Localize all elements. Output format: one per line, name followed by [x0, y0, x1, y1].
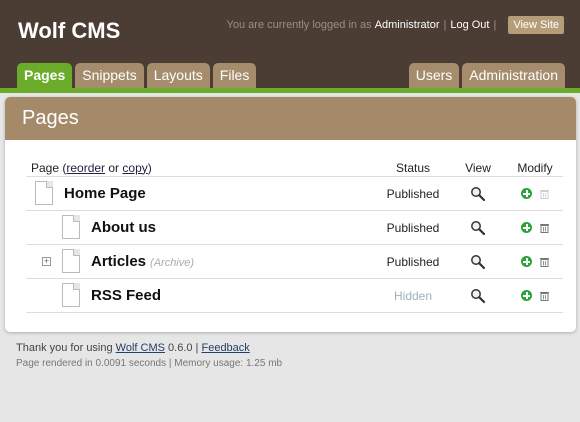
- add-child-icon[interactable]: [521, 290, 532, 301]
- render-info: Page rendered in 0.0091 seconds | Memory…: [16, 358, 283, 369]
- user-link[interactable]: Administrator: [375, 19, 440, 31]
- page-name[interactable]: Home Page: [64, 185, 146, 202]
- status-text: Published: [386, 186, 440, 201]
- main-tabs: Pages Snippets Layouts Files: [17, 63, 257, 89]
- expand-icon[interactable]: +: [42, 256, 51, 266]
- tab-administration[interactable]: Administration: [462, 63, 565, 89]
- tab-layouts[interactable]: Layouts: [146, 63, 210, 89]
- magnifier-icon[interactable]: [470, 288, 486, 304]
- add-child-icon[interactable]: [521, 222, 532, 233]
- page-icon: [62, 214, 80, 239]
- page-name[interactable]: RSS Feed: [91, 287, 161, 304]
- column-modify: Modify: [517, 160, 553, 175]
- delete-icon[interactable]: [540, 291, 549, 301]
- column-view: View: [465, 160, 491, 175]
- logout-link[interactable]: Log Out: [450, 19, 489, 31]
- panel-header: Pages: [5, 97, 576, 140]
- table-header: Page (reorder or copy) Status View Modif…: [26, 159, 563, 177]
- admin-tabs: Users Administration: [408, 63, 565, 89]
- wolfcms-link[interactable]: Wolf CMS: [116, 342, 165, 354]
- logo: Wolf CMS: [18, 18, 121, 43]
- pages-panel: Pages Page (reorder or copy) Status View…: [5, 97, 576, 332]
- status-text: Published: [386, 220, 440, 235]
- tab-underline: [0, 88, 580, 93]
- add-child-icon[interactable]: [521, 256, 532, 267]
- page-name: Articles (Archive): [91, 252, 195, 270]
- footer: Thank you for using Wolf CMS 0.6.0 | Fee…: [16, 342, 282, 369]
- tab-files[interactable]: Files: [212, 63, 257, 89]
- header: Wolf CMS You are currently logged in as …: [0, 0, 580, 89]
- page-icon: [62, 282, 80, 307]
- status-text: Published: [386, 254, 440, 269]
- feedback-link[interactable]: Feedback: [201, 342, 249, 354]
- delete-icon[interactable]: [540, 257, 549, 267]
- separator: |: [493, 19, 497, 31]
- magnifier-icon[interactable]: [470, 186, 486, 202]
- pages-table: Page (reorder or copy) Status View Modif…: [26, 159, 563, 313]
- magnifier-icon[interactable]: [470, 220, 486, 236]
- page-icon: [62, 248, 80, 273]
- page-name[interactable]: About us: [91, 219, 156, 236]
- logged-in-text: You are currently logged in as: [226, 19, 372, 31]
- reorder-link[interactable]: reorder: [66, 161, 105, 175]
- table-row: RSS Feed Hidden: [26, 279, 563, 313]
- user-bar: You are currently logged in as Administr…: [227, 16, 564, 34]
- tab-pages[interactable]: Pages: [17, 63, 73, 89]
- page-icon: [35, 180, 53, 205]
- status-text: Hidden: [393, 288, 433, 303]
- table-row: + Articles (Archive) Published: [26, 245, 563, 279]
- tab-users[interactable]: Users: [408, 63, 460, 89]
- separator: |: [443, 19, 447, 31]
- view-site-button[interactable]: View Site: [508, 16, 564, 34]
- tab-snippets[interactable]: Snippets: [75, 63, 144, 89]
- column-page: Page (reorder or copy): [31, 160, 152, 175]
- panel-title: Pages: [22, 107, 79, 129]
- add-child-icon[interactable]: [521, 188, 532, 199]
- column-status: Status: [395, 160, 431, 175]
- archive-tag: (Archive): [150, 256, 195, 269]
- table-row: Home Page Published: [26, 177, 563, 211]
- table-row: About us Published: [26, 211, 563, 245]
- footer-credits: Thank you for using Wolf CMS 0.6.0 | Fee…: [16, 342, 250, 354]
- copy-link[interactable]: copy: [122, 161, 147, 175]
- delete-icon[interactable]: [540, 223, 549, 233]
- delete-icon: [540, 189, 549, 199]
- magnifier-icon[interactable]: [470, 254, 486, 270]
